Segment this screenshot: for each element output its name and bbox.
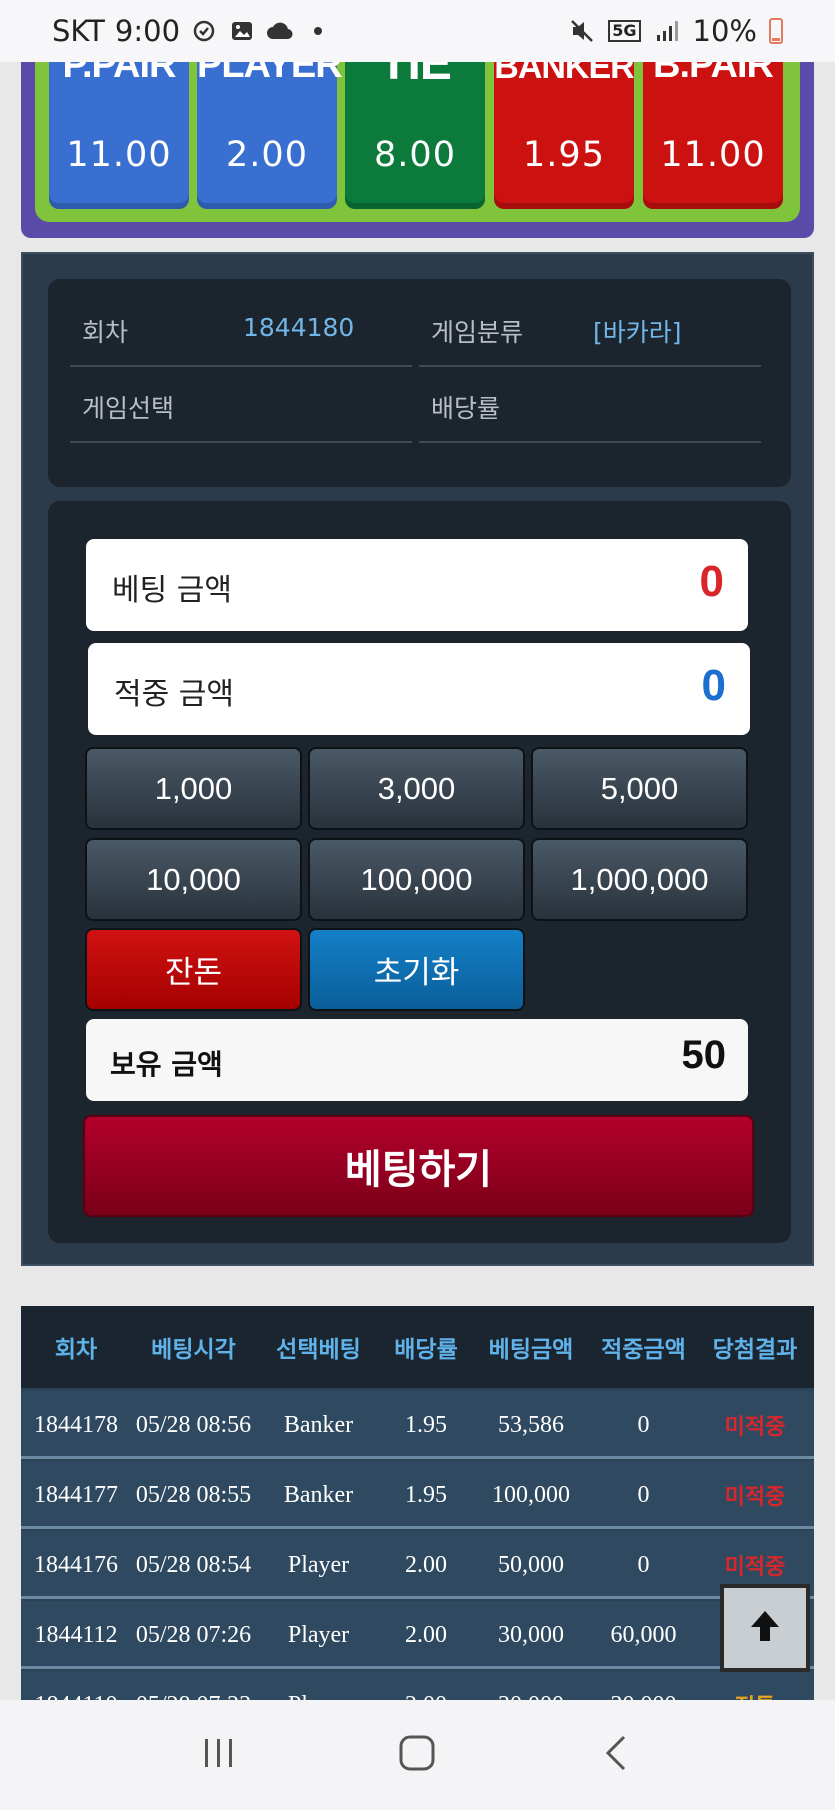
bet-history-table: 회차 베팅시각 선택베팅 배당률 베팅금액 적중금액 당첨결과 1844178 … xyxy=(21,1306,814,1706)
scroll-top-button[interactable] xyxy=(720,1584,810,1672)
gallery-icon xyxy=(228,17,256,45)
cell-round: 1844178 xyxy=(34,1411,118,1438)
carrier-label: SKT xyxy=(52,14,105,48)
cell-round: 1844177 xyxy=(34,1481,118,1508)
cell-odds: 1.95 xyxy=(405,1411,447,1438)
cell-round: 1844176 xyxy=(34,1551,118,1578)
tile-odds: 8.00 xyxy=(374,135,456,175)
round-label: 회차 xyxy=(82,318,129,347)
home-button[interactable] xyxy=(387,1725,447,1785)
bet-amount-field: 베팅 금액 0 xyxy=(86,539,748,631)
category-cell: 게임분류 [바카라] xyxy=(419,291,761,367)
back-button[interactable] xyxy=(586,1725,646,1785)
cell-odds: 2.00 xyxy=(405,1551,447,1578)
win-amount-value: 0 xyxy=(701,661,726,710)
battery-percent: 10% xyxy=(692,14,757,48)
balance-label: 보유 금액 xyxy=(110,1048,223,1081)
system-nav-bar xyxy=(0,1700,835,1810)
cell-time: 05/28 07:26 xyxy=(135,1621,252,1648)
col-result: 당첨결과 xyxy=(712,1337,798,1363)
cell-odds: 2.00 xyxy=(405,1621,447,1648)
page: SKT 9:00 5G 10% P.PAIR 11.00 PLAYER 2.00… xyxy=(0,0,835,1810)
chip-10000-button[interactable]: 10,000 xyxy=(85,838,302,921)
cell-result: 미적중 xyxy=(724,1485,786,1510)
payout-cell: 배당률 xyxy=(419,367,761,443)
back-icon xyxy=(596,1733,636,1777)
signal-icon xyxy=(653,17,681,45)
cell-round: 1844112 xyxy=(34,1621,118,1648)
bet-amount-value: 0 xyxy=(699,557,724,606)
tile-odds: 1.95 xyxy=(523,135,605,175)
col-selection: 선택베팅 xyxy=(276,1337,361,1363)
clock: 9:00 xyxy=(114,14,181,48)
cell-win-amount: 0 xyxy=(637,1411,650,1438)
category-value: [바카라] xyxy=(593,318,682,347)
recent-apps-button[interactable] xyxy=(189,1725,249,1785)
col-bet-amount: 베팅금액 xyxy=(488,1337,574,1363)
col-win-amount: 적중금액 xyxy=(601,1337,686,1363)
cell-time: 05/28 08:55 xyxy=(135,1481,252,1508)
reset-button[interactable]: 초기화 xyxy=(308,928,525,1011)
win-amount-label: 적중 금액 xyxy=(114,677,234,712)
bet-amount-label: 베팅 금액 xyxy=(112,573,232,608)
col-odds: 배당률 xyxy=(394,1337,458,1363)
cell-selection: Player xyxy=(287,1621,350,1648)
cell-time: 05/28 08:56 xyxy=(135,1411,252,1438)
cell-odds: 1.95 xyxy=(405,1481,447,1508)
table-row[interactable]: 1844177 05/28 08:55 Banker 1.95 100,000 … xyxy=(21,1461,814,1529)
arrow-up-icon xyxy=(746,1607,784,1649)
balance-field: 보유 금액 50 xyxy=(86,1019,748,1101)
selection-label: 게임선택 xyxy=(82,394,175,423)
chip-1000000-button[interactable]: 1,000,000 xyxy=(531,838,748,921)
tile-odds: 11.00 xyxy=(660,135,766,175)
chip-1000-button[interactable]: 1,000 xyxy=(85,747,302,830)
table-row[interactable]: 1844112 05/28 07:26 Player 2.00 30,000 6… xyxy=(21,1601,814,1669)
round-value: 1844180 xyxy=(243,313,355,342)
col-round: 회차 xyxy=(54,1337,98,1363)
chip-5000-button[interactable]: 5,000 xyxy=(531,747,748,830)
table-row[interactable]: 1844178 05/28 08:56 Banker 1.95 53,586 0… xyxy=(21,1391,814,1459)
cell-bet-amount: 53,586 xyxy=(498,1411,564,1438)
home-icon xyxy=(396,1732,438,1778)
cell-bet-amount: 100,000 xyxy=(492,1481,570,1508)
category-label: 게임분류 xyxy=(431,318,524,347)
network-type: 5G xyxy=(608,20,641,42)
cell-win-amount: 0 xyxy=(637,1481,650,1508)
tile-odds: 2.00 xyxy=(226,135,308,175)
bet-panel: 회차 1844180 게임분류 [바카라] 게임선택 배당률 베팅 금액 0 적… xyxy=(21,252,814,1266)
place-bet-button[interactable]: 베팅하기 xyxy=(83,1115,754,1217)
odds-panel: P.PAIR 11.00 PLAYER 2.00 TIE 8.00 BANKER… xyxy=(21,22,814,238)
battery-icon xyxy=(769,18,783,44)
col-bet-time: 베팅시각 xyxy=(151,1337,236,1363)
round-info: 회차 1844180 게임분류 [바카라] 게임선택 배당률 xyxy=(48,279,791,487)
status-bar: SKT 9:00 5G 10% xyxy=(0,0,835,62)
chip-3000-button[interactable]: 3,000 xyxy=(308,747,525,830)
cell-result: 미적중 xyxy=(724,1415,786,1440)
change-button[interactable]: 잔돈 xyxy=(85,928,302,1011)
tile-odds: 11.00 xyxy=(66,135,172,175)
cell-selection: Banker xyxy=(283,1411,354,1438)
mute-icon xyxy=(568,17,596,45)
odds-panel-inner: P.PAIR 11.00 PLAYER 2.00 TIE 8.00 BANKER… xyxy=(35,22,800,222)
cell-time: 05/28 08:54 xyxy=(135,1551,252,1578)
chip-100000-button[interactable]: 100,000 xyxy=(308,838,525,921)
win-amount-field: 적중 금액 0 xyxy=(88,643,750,735)
cell-bet-amount: 50,000 xyxy=(498,1551,564,1578)
table-row[interactable]: 1844176 05/28 08:54 Player 2.00 50,000 0… xyxy=(21,1531,814,1599)
cell-selection: Banker xyxy=(283,1481,354,1508)
payout-label: 배당률 xyxy=(431,394,501,423)
selection-cell: 게임선택 xyxy=(70,367,412,443)
round-cell: 회차 1844180 xyxy=(70,291,412,367)
cloud-icon xyxy=(266,17,294,45)
dot-icon xyxy=(304,17,332,45)
balance-value: 50 xyxy=(681,1033,727,1077)
recent-apps-icon xyxy=(199,1733,239,1777)
bet-calculator: 베팅 금액 0 적중 금액 0 1,000 3,000 5,000 10,000… xyxy=(48,501,791,1243)
cell-bet-amount: 30,000 xyxy=(498,1621,564,1648)
sync-icon xyxy=(190,17,218,45)
table-header: 회차 베팅시각 선택베팅 배당률 베팅금액 적중금액 당첨결과 xyxy=(21,1306,814,1388)
cell-win-amount: 0 xyxy=(637,1551,650,1578)
cell-selection: Player xyxy=(287,1551,350,1578)
cell-win-amount: 60,000 xyxy=(610,1621,677,1648)
